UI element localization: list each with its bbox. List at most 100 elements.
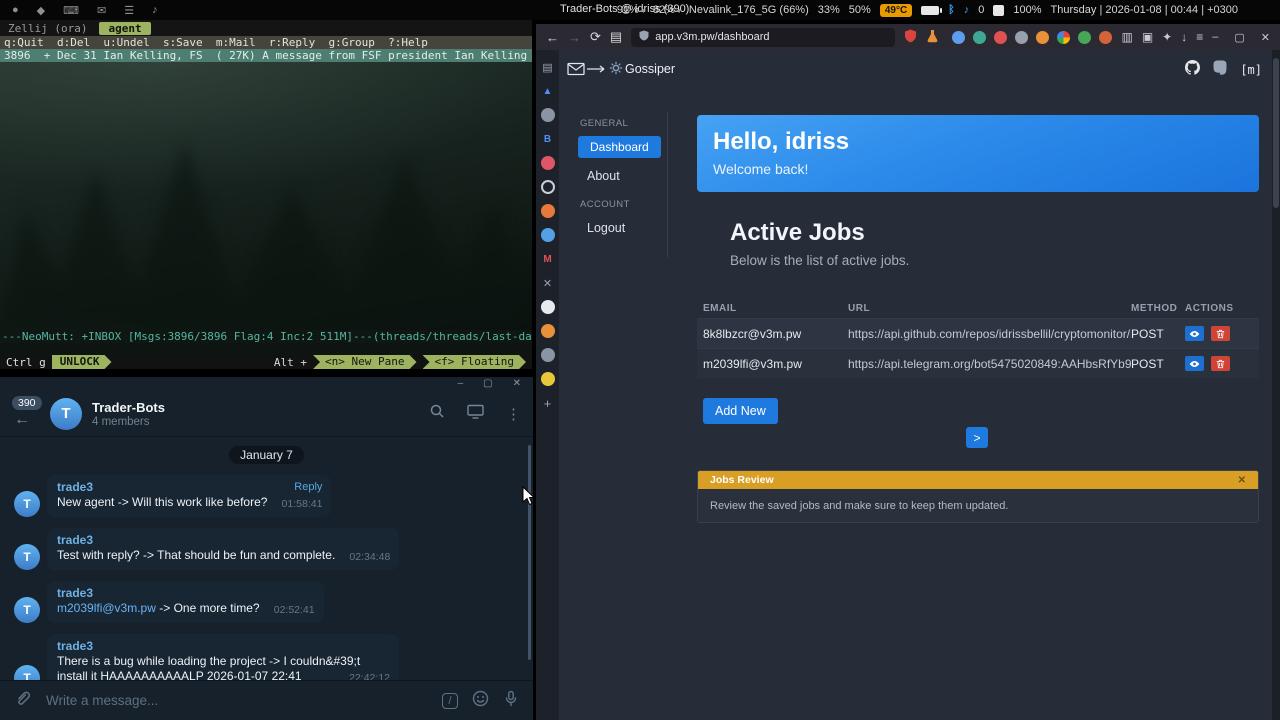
browser-back-button[interactable]: ← (546, 30, 559, 45)
jobs-review-card: Jobs Review ✕ Review the saved jobs and … (697, 470, 1259, 523)
tab-favicon[interactable]: ▲ (541, 84, 555, 98)
avatar[interactable]: T (14, 491, 40, 517)
matrix-icon[interactable]: [m] (1240, 63, 1262, 77)
notifier-extension-icon[interactable] (1036, 31, 1049, 44)
sidebar-panel-icon[interactable]: ▤ (541, 60, 555, 74)
temperature-badge: 49°C (880, 4, 912, 17)
close-button[interactable]: ✕ (513, 378, 521, 389)
tab-favicon[interactable] (541, 204, 555, 218)
attach-icon[interactable] (14, 689, 32, 712)
avatar[interactable]: T (14, 665, 40, 680)
screenshare-icon[interactable] (467, 404, 484, 424)
welcome-hero: Hello, idriss Welcome back! (697, 115, 1259, 192)
kebab-menu-icon[interactable]: ⋮ (506, 405, 521, 423)
bot-commands-icon[interactable]: / (442, 693, 458, 709)
maximize-button[interactable]: ▢ (1234, 31, 1244, 44)
new-tab-button[interactable]: + (541, 396, 555, 410)
back-button[interactable]: ← 390 (12, 391, 42, 437)
chat-message: T trade3 There is a bug while loading th… (14, 634, 519, 680)
view-job-button[interactable] (1185, 356, 1204, 371)
sender-name[interactable]: trade3 (57, 586, 260, 601)
chat-scrollbar[interactable] (528, 445, 531, 660)
message-time: 02:52:41 (274, 603, 315, 618)
chat-title[interactable]: Trader-Bots (92, 400, 165, 415)
github-icon[interactable] (1185, 60, 1200, 80)
github-tab-favicon[interactable] (541, 300, 555, 314)
sender-name[interactable]: trade3 (57, 533, 335, 548)
close-banner-icon[interactable]: ✕ (1238, 475, 1246, 486)
minimize-button[interactable]: – (458, 378, 464, 389)
minimize-button[interactable]: – (1212, 31, 1218, 44)
reply-label[interactable]: Reply (294, 480, 322, 495)
tab-favicon[interactable] (541, 324, 555, 338)
url-bar[interactable]: app.v3m.pw/dashboard (631, 28, 895, 47)
downloads-icon[interactable]: ↓ (1181, 30, 1187, 44)
mail-icon[interactable]: ✉ (97, 4, 106, 17)
grid-extension-icon[interactable] (952, 31, 965, 44)
zellij-tab-bar: Zellij (ora) agent (0, 20, 532, 36)
browser-forward-button[interactable]: → (568, 30, 581, 45)
scrollbar-thumb[interactable] (1273, 58, 1279, 208)
google-extension-icon[interactable] (1057, 31, 1070, 44)
sender-name[interactable]: trade3 (57, 480, 267, 495)
keyboard-icon[interactable]: ⌨ (63, 4, 79, 17)
tray-icon[interactable] (993, 5, 1004, 16)
neomutt-selected-mail-row[interactable]: 3896 + Dec 31 Ian Kelling, FS ( 27K) A m… (0, 49, 532, 62)
reader-extension-icon[interactable] (1099, 31, 1112, 44)
delete-job-button[interactable] (1211, 326, 1230, 341)
sidebar-toggle-icon[interactable]: ▤ (610, 29, 622, 45)
tab-favicon[interactable] (541, 156, 555, 170)
avatar[interactable]: T (14, 597, 40, 623)
tab-favicon[interactable] (541, 228, 555, 242)
shield-extension-icon[interactable] (904, 29, 917, 46)
sender-name[interactable]: trade3 (57, 639, 387, 654)
microphone-icon[interactable] (503, 690, 519, 712)
close-button[interactable]: ✕ (1261, 31, 1270, 44)
nav-item-about[interactable]: About (587, 169, 665, 183)
chat-icon[interactable]: ☰ (124, 4, 134, 17)
music-icon[interactable]: ♪ (152, 4, 158, 16)
extension-icon[interactable] (1015, 31, 1028, 44)
timer-extension-icon[interactable] (973, 31, 986, 44)
maximize-button[interactable]: ▢ (483, 378, 492, 389)
nav-item-logout[interactable]: Logout (587, 221, 665, 235)
site-security-icon[interactable] (639, 30, 649, 44)
files-icon[interactable]: ◆ (37, 4, 45, 17)
brightness-percent: 100% (1013, 4, 1041, 16)
terminal-window: Zellij (ora) agent q:Quit d:Del u:Undel … (0, 20, 532, 369)
launcher-icon[interactable]: ● (12, 4, 19, 16)
zellij-tab-agent[interactable]: agent (99, 22, 150, 35)
system-menubar: ● ◆ ⌨ ✉ ☰ ♪ Trader-Bots @ idriss (390) 9… (0, 0, 1280, 20)
view-job-button[interactable] (1185, 326, 1204, 341)
app-menu-icon[interactable]: ≡ (1196, 30, 1203, 44)
browser-reload-button[interactable]: ⟳ (590, 29, 601, 45)
password-extension-icon[interactable] (1078, 31, 1091, 44)
nav-item-dashboard[interactable]: Dashboard (578, 136, 661, 158)
next-page-button[interactable]: > (966, 427, 988, 448)
tab-favicon[interactable] (541, 348, 555, 362)
email-link[interactable]: m2039lfi@v3m.pw (57, 601, 156, 615)
avatar[interactable]: T (14, 544, 40, 570)
close-tab-icon[interactable]: ✕ (541, 276, 555, 290)
adblock-extension-icon[interactable] (994, 31, 1007, 44)
panel-icon[interactable]: ▥ (1121, 30, 1132, 44)
battery-alt-percent: 82%◂ (653, 4, 680, 16)
back-arrow-icon: ← (14, 411, 30, 429)
tab-favicon[interactable]: M (541, 252, 555, 266)
add-new-button[interactable]: Add New (703, 398, 778, 424)
tab-favicon[interactable] (541, 372, 555, 386)
flask-extension-icon[interactable] (926, 29, 939, 46)
library-icon[interactable]: ▣ (1142, 30, 1153, 44)
tab-favicon[interactable] (541, 108, 555, 122)
page-scrollbar[interactable] (1272, 50, 1280, 720)
highlights-icon[interactable]: ✦ (1162, 30, 1172, 44)
tab-favicon[interactable]: B (541, 132, 555, 146)
message-input[interactable] (46, 693, 428, 708)
mastodon-icon[interactable] (1213, 60, 1227, 80)
emoji-icon[interactable] (472, 690, 489, 712)
tab-favicon[interactable] (541, 180, 555, 194)
wifi-status: Nevalink_176_5G (66%) (689, 4, 809, 16)
delete-job-button[interactable] (1211, 356, 1230, 371)
group-avatar[interactable]: T (50, 398, 82, 430)
search-icon[interactable] (429, 403, 445, 424)
